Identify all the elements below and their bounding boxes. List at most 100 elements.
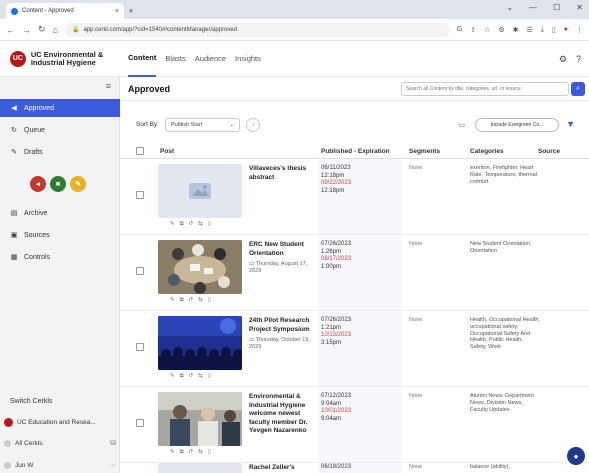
refresh-icon[interactable]: ↺ (189, 297, 194, 304)
table-row[interactable]: Rachel Zeller's 06/19/2023 None balance … (120, 463, 589, 473)
search-input[interactable]: Search all Content by title, categories,… (401, 82, 569, 96)
browser-tab[interactable]: Content - Approved × (6, 3, 124, 19)
sidebar-item-approved[interactable]: ◀ Approved (0, 99, 120, 117)
refresh-icon[interactable]: ↺ (189, 373, 194, 380)
expire-time: 3:15pm (321, 339, 342, 346)
copy-icon[interactable]: ⧉ (180, 297, 184, 304)
more-icon[interactable]: ··· (109, 462, 116, 469)
filter-icon[interactable]: ▼ (566, 119, 575, 129)
address-bar: ← → ↻ ⌂ 🔒 app.cerkl.com/app/?cid=1540#/c… (0, 19, 589, 41)
tab-blasts[interactable]: Blasts (165, 41, 185, 77)
sort-select[interactable]: Publish Start ⌄ (165, 118, 240, 132)
post-title[interactable]: 24th Pilot Research Project Symposium (249, 317, 311, 334)
sidebar-item-sources[interactable]: ▣ Sources (0, 226, 120, 244)
row-checkbox[interactable] (136, 419, 144, 427)
post-title[interactable]: Rachel Zeller's (249, 464, 311, 473)
google-icon[interactable]: G (457, 26, 462, 34)
sidebar-item-controls[interactable]: ▦ Controls (0, 248, 120, 266)
table-row[interactable]: ✎ ⧉ ↺ ⇆ ▯ Environmental & Industrial Hyg… (120, 387, 589, 463)
post-thumbnail[interactable] (158, 240, 242, 294)
select-all-checkbox[interactable] (136, 147, 144, 155)
refresh-icon[interactable]: ↺ (189, 449, 194, 456)
table-row[interactable]: ✎ ⧉ ↺ ⇆ ▯ Villaveces's thesis abstract 0… (120, 159, 589, 235)
extension-icon[interactable]: ⚙ (498, 26, 504, 34)
minimize-icon[interactable]: — (529, 3, 537, 12)
share-icon[interactable]: ⇪ (470, 26, 476, 34)
sidebar-icon[interactable]: ▯ (552, 26, 556, 34)
expire-time: 9:04am (321, 415, 342, 422)
trash-icon[interactable]: ▯ (208, 297, 211, 304)
post-thumbnail[interactable] (158, 463, 242, 473)
box-icon[interactable]: ■ (50, 176, 66, 192)
copy-icon[interactable]: ⧉ (180, 449, 184, 456)
close-window-icon[interactable]: ✕ (576, 3, 583, 12)
controls-icon: ▦ (10, 254, 18, 261)
profile-icon[interactable]: ● (564, 26, 568, 34)
help-icon[interactable]: ? (576, 54, 581, 65)
tab-content[interactable]: Content (128, 41, 157, 77)
post-title[interactable]: Environmental & Industrial Hygiene welco… (249, 393, 311, 436)
col-published[interactable]: Published - Expiration (321, 148, 390, 155)
edit-icon[interactable]: ✎ (170, 221, 175, 228)
trash-icon[interactable]: ▯ (208, 221, 211, 228)
new-tab-button[interactable]: + (124, 3, 138, 19)
row-checkbox[interactable] (136, 191, 144, 199)
trash-icon[interactable]: ▯ (208, 373, 211, 380)
post-title[interactable]: ERC New Student Orientation (249, 241, 311, 258)
segments-value: None (409, 464, 423, 470)
sort-value: Publish Start (171, 122, 203, 128)
row-checkbox[interactable] (136, 267, 144, 275)
post-thumbnail[interactable] (158, 316, 242, 370)
pencil-icon[interactable]: ✎ (70, 176, 86, 192)
menu-icon[interactable]: ⋮ (576, 26, 583, 34)
account-all-cerkls[interactable]: All Cerkls ⛁ (4, 435, 116, 451)
search-icon[interactable]: ⌕ (571, 82, 585, 96)
table-row[interactable]: ✎ ⧉ ↺ ⇆ ▯ ERC New Student Orientation ▭ … (120, 235, 589, 311)
edit-icon[interactable]: ✎ (170, 297, 175, 304)
evergreen-filter-chip[interactable]: Include Evergreen Co... (475, 118, 559, 132)
sidebar-item-drafts[interactable]: ✎ Drafts (0, 143, 120, 161)
tab-audience[interactable]: Audience (195, 41, 226, 77)
chat-bubble-icon[interactable]: ● (567, 447, 585, 465)
brand[interactable]: UC UC Environmental & Industrial Hygiene (0, 50, 120, 67)
copy-icon[interactable]: ⧉ (180, 221, 184, 228)
publish-time: 9:04am (321, 400, 342, 407)
copy-icon[interactable]: ⧉ (180, 373, 184, 380)
sidebar-item-queue[interactable]: ↻ Queue (0, 121, 120, 139)
post-title[interactable]: Villaveces's thesis abstract (249, 165, 311, 182)
sidebar-item-archive[interactable]: ▤ Archive (0, 204, 120, 222)
settings-gear-icon[interactable]: ⚙ (559, 54, 567, 65)
tab-search-icon[interactable]: ⌄ (506, 3, 513, 12)
puzzle-icon[interactable]: ✱ (513, 26, 519, 34)
star-icon[interactable]: ☆ (484, 26, 490, 34)
share-icon[interactable]: ⇆ (198, 297, 203, 304)
post-thumbnail[interactable] (158, 392, 242, 446)
back-icon[interactable]: ← (6, 25, 15, 35)
edit-icon[interactable]: ✎ (170, 373, 175, 380)
sort-direction-icon[interactable]: ↓ (246, 118, 260, 132)
table-row[interactable]: ✎ ⧉ ↺ ⇆ ▯ 24th Pilot Research Project Sy… (120, 311, 589, 387)
refresh-icon[interactable]: ↺ (189, 221, 194, 228)
edit-icon[interactable]: ✎ (170, 449, 175, 456)
download-icon[interactable]: ⤓ (541, 26, 544, 34)
share-icon[interactable]: ⇆ (198, 373, 203, 380)
url-field[interactable]: 🔒 app.cerkl.com/app/?cid=1540#/contentMa… (64, 22, 450, 37)
tab-insights[interactable]: Insights (235, 41, 261, 77)
share-icon[interactable]: ⇆ (198, 221, 203, 228)
trash-icon[interactable]: ▯ (208, 449, 211, 456)
list-icon[interactable]: ☰ (527, 26, 533, 34)
maximize-icon[interactable]: ☐ (553, 3, 560, 12)
account-user[interactable]: Jun W ··· (4, 457, 116, 473)
forward-icon[interactable]: → (22, 25, 31, 35)
tab-close-icon[interactable]: × (115, 8, 119, 15)
account-uc-education[interactable]: UC Education and Resea... (4, 414, 116, 430)
post-thumbnail[interactable] (158, 164, 242, 218)
thumbs-up-icon: ◀ (11, 105, 17, 112)
megaphone-icon[interactable]: ◂ (30, 176, 46, 192)
collapse-menu-icon[interactable]: ≡ (106, 81, 111, 91)
home-icon[interactable]: ⌂ (53, 25, 58, 35)
reload-icon[interactable]: ↻ (38, 24, 46, 35)
share-icon[interactable]: ⇆ (198, 449, 203, 456)
calendar-icon[interactable]: ▭ (458, 121, 465, 129)
row-checkbox[interactable] (136, 343, 144, 351)
